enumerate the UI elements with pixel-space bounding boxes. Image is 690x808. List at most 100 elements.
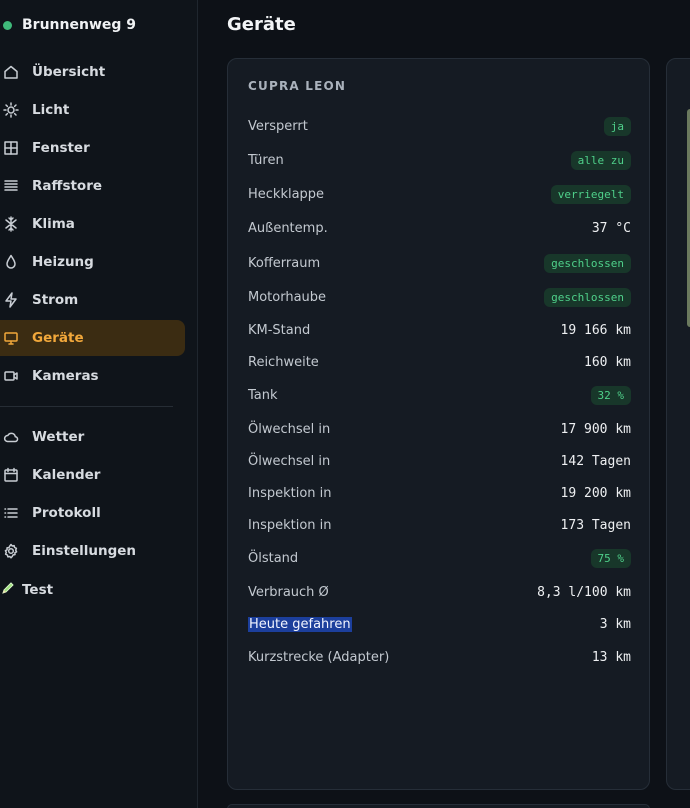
detail-value: 142 Tagen <box>560 453 631 469</box>
detail-label: Motorhaube <box>248 289 327 305</box>
page-title: Geräte <box>227 14 296 35</box>
sidebar-item-raffstore[interactable]: Raffstore <box>0 168 185 204</box>
pencil-icon <box>0 580 16 600</box>
status-badge: 32 % <box>590 385 631 405</box>
sidebar-item-label: Fenster <box>32 140 90 156</box>
sidebar-item-heizung[interactable]: Heizung <box>0 244 185 280</box>
sidebar: Brunnenweg 9 Übersicht Licht Fenster Raf… <box>0 0 198 808</box>
list-icon <box>3 505 19 521</box>
detail-row: KM-Stand 19 166 km <box>248 318 631 342</box>
sidebar-item-label: Protokoll <box>32 505 101 521</box>
sidebar-item-label: Test <box>22 582 54 598</box>
sidebar-item-protokoll[interactable]: Protokoll <box>0 495 185 531</box>
detail-value: 19 166 km <box>560 322 631 338</box>
detail-row: Kurzstrecke (Adapter) 13 km <box>248 645 631 669</box>
blinds-icon <box>3 178 19 194</box>
home-icon <box>3 64 19 80</box>
sidebar-divider <box>0 406 173 407</box>
sidebar-item-label: Übersicht <box>32 64 106 80</box>
detail-label: Ölwechsel in <box>248 453 331 469</box>
detail-label: Kofferraum <box>248 255 321 271</box>
detail-row: Verbrauch Ø 8,3 l/100 km <box>248 580 631 604</box>
sidebar-item-label: Klima <box>32 216 75 232</box>
sidebar-item-label: Kameras <box>32 368 99 384</box>
detail-label: Versperrt <box>248 118 308 134</box>
card-title: CUPRA LEON <box>248 79 347 93</box>
detail-row: Heckklappe verriegelt <box>248 182 631 206</box>
sidebar-item-kameras[interactable]: Kameras <box>0 358 185 394</box>
detail-label: Kurzstrecke (Adapter) <box>248 649 390 665</box>
detail-value: 37 °C <box>591 220 631 236</box>
sidebar-item-geraete[interactable]: Geräte <box>0 320 185 356</box>
detail-label: Reichweite <box>248 354 319 370</box>
sidebar-item-wetter[interactable]: Wetter <box>0 419 185 455</box>
detail-value: 8,3 l/100 km <box>537 584 631 600</box>
status-badge: geschlossen <box>544 287 631 307</box>
detail-row: Ölwechsel in 17 900 km <box>248 417 631 441</box>
sidebar-item-label: Kalender <box>32 467 101 483</box>
status-badge: alle zu <box>570 150 631 170</box>
device-card-next <box>227 804 650 808</box>
detail-label: Heute gefahren <box>248 616 352 632</box>
status-badge: ja <box>603 116 631 136</box>
detail-row: Inspektion in 173 Tagen <box>248 513 631 537</box>
gear-icon <box>3 543 19 559</box>
device-card: CUPRA LEON Versperrt ja Türen alle zu Heckkl… <box>227 58 650 790</box>
detail-row: Tank 32 % <box>248 383 631 407</box>
status-dot <box>3 20 12 30</box>
status-badge: verriegelt <box>550 184 631 204</box>
detail-value: 173 Tagen <box>560 517 631 533</box>
brand: Brunnenweg 9 <box>0 14 198 36</box>
detail-row: Ölwechsel in 142 Tagen <box>248 449 631 473</box>
sidebar-item-licht[interactable]: Licht <box>0 92 185 128</box>
sidebar-item-kalender[interactable]: Kalender <box>0 457 185 493</box>
detail-row: Inspektion in 19 200 km <box>248 481 631 505</box>
detail-label: Außentemp. <box>248 220 328 236</box>
status-badge: geschlossen <box>544 253 631 273</box>
sidebar-item-klima[interactable]: Klima <box>0 206 185 242</box>
detail-label: Ölstand <box>248 550 299 566</box>
detail-row: Versperrt ja <box>248 114 631 138</box>
sidebar-item-strom[interactable]: Strom <box>0 282 185 318</box>
brand-name: Brunnenweg 9 <box>22 17 137 33</box>
sidebar-item-label: Wetter <box>32 429 85 445</box>
detail-row: Türen alle zu <box>248 148 631 172</box>
detail-label: KM-Stand <box>248 322 311 338</box>
sidebar-item-uebersicht[interactable]: Übersicht <box>0 54 185 90</box>
monitor-icon <box>3 330 19 346</box>
sun-icon <box>3 102 19 118</box>
detail-row: Außentemp. 37 °C <box>248 216 631 240</box>
sidebar-item-einstellungen[interactable]: Einstellungen <box>0 533 185 569</box>
detail-row: Heute gefahren 3 km <box>248 612 631 636</box>
detail-label: Ölwechsel in <box>248 421 331 437</box>
detail-label: Heckklappe <box>248 186 325 202</box>
cloud-icon <box>3 429 19 445</box>
camera-icon <box>3 368 19 384</box>
sidebar-item-label: Raffstore <box>32 178 103 194</box>
detail-value: 13 km <box>591 649 631 665</box>
sidebar-item-label: Einstellungen <box>32 543 137 559</box>
status-badge: 75 % <box>590 548 631 568</box>
detail-value: 160 km <box>584 354 631 370</box>
detail-row: Kofferraum geschlossen <box>248 251 631 275</box>
detail-label: Verbrauch Ø <box>248 584 329 600</box>
sidebar-item-fenster[interactable]: Fenster <box>0 130 185 166</box>
sidebar-item-test[interactable]: Test <box>0 578 53 602</box>
device-card-secondary <box>666 58 690 790</box>
detail-row: Reichweite 160 km <box>248 350 631 374</box>
sidebar-item-label: Geräte <box>32 330 84 346</box>
sidebar-item-label: Strom <box>32 292 79 308</box>
detail-value: 3 km <box>599 616 631 632</box>
detail-label: Türen <box>248 152 284 168</box>
window-icon <box>3 140 19 156</box>
detail-value: 17 900 km <box>560 421 631 437</box>
snowflake-icon <box>3 216 19 232</box>
detail-value: 19 200 km <box>560 485 631 501</box>
calendar-icon <box>3 467 19 483</box>
detail-row: Ölstand 75 % <box>248 546 631 570</box>
sidebar-item-label: Licht <box>32 102 70 118</box>
detail-label: Tank <box>248 387 278 403</box>
drop-icon <box>3 254 19 270</box>
detail-label: Inspektion in <box>248 517 332 533</box>
bolt-icon <box>3 292 19 308</box>
